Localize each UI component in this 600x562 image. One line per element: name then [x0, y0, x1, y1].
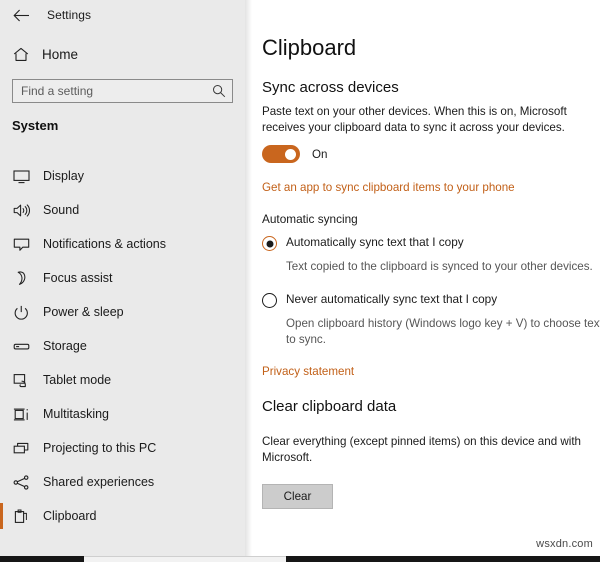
- clear-section-heading: Clear clipboard data: [262, 398, 397, 415]
- sidebar-item-sound[interactable]: Sound: [0, 193, 245, 227]
- radio-option-label: Never automatically sync text that I cop…: [286, 292, 498, 306]
- radio-option-label: Automatically sync text that I copy: [286, 235, 464, 249]
- selection-indicator: [0, 265, 3, 291]
- bottom-bar-left: [0, 556, 84, 562]
- selection-indicator: [0, 333, 3, 359]
- sidebar-item-shared-experiences[interactable]: Shared experiences: [0, 465, 245, 499]
- radio-option-auto-sync[interactable]: Automatically sync text that I copy: [262, 235, 464, 251]
- sidebar-item-label: Notifications & actions: [43, 237, 166, 251]
- search-box[interactable]: [12, 79, 233, 103]
- sidebar-item-label: Power & sleep: [43, 305, 124, 319]
- sidebar-nav-list: Display Sound Notifications & actions Fo…: [0, 159, 245, 533]
- toggle-knob: [285, 148, 296, 160]
- sidebar-item-notifications[interactable]: Notifications & actions: [0, 227, 245, 261]
- selection-indicator: [0, 299, 3, 325]
- sidebar-item-label: Tablet mode: [43, 373, 112, 387]
- sidebar-item-label: Sound: [43, 203, 80, 217]
- sidebar-item-label: Multitasking: [43, 407, 109, 421]
- sync-toggle[interactable]: [262, 145, 300, 163]
- sync-section-description: Paste text on your other devices. When t…: [262, 105, 567, 135]
- radio-button[interactable]: [262, 293, 277, 308]
- back-button[interactable]: [2, 1, 40, 29]
- selection-indicator: [0, 435, 3, 461]
- speaker-icon: [4, 203, 38, 218]
- radio-option-never-sync[interactable]: Never automatically sync text that I cop…: [262, 292, 497, 308]
- privacy-statement-link[interactable]: Privacy statement: [262, 365, 354, 378]
- search-icon[interactable]: [206, 84, 232, 98]
- home-label: Home: [42, 46, 79, 62]
- moon-icon: [4, 270, 38, 286]
- radio-button[interactable]: [262, 236, 277, 251]
- selection-indicator: [0, 197, 3, 223]
- selection-indicator: [0, 469, 3, 495]
- automatic-syncing-label: Automatic syncing: [262, 212, 358, 226]
- sidebar-item-focus-assist[interactable]: Focus assist: [0, 261, 245, 295]
- search-input[interactable]: [13, 80, 206, 102]
- selection-indicator: [0, 367, 3, 393]
- sidebar: Settings Home System: [0, 0, 245, 556]
- sync-toggle-state-label: On: [312, 147, 328, 161]
- sidebar-item-power-sleep[interactable]: Power & sleep: [0, 295, 245, 329]
- notification-icon: [4, 237, 38, 252]
- sidebar-item-label: Projecting to this PC: [43, 441, 157, 455]
- monitor-icon: [4, 169, 38, 184]
- selection-indicator: [0, 163, 3, 189]
- sidebar-item-projecting[interactable]: Projecting to this PC: [0, 431, 245, 465]
- sidebar-item-multitasking[interactable]: Multitasking: [0, 397, 245, 431]
- sidebar-item-tablet-mode[interactable]: Tablet mode: [0, 363, 245, 397]
- projecting-icon: [4, 441, 38, 456]
- sidebar-item-label: Focus assist: [43, 271, 113, 285]
- watermark: wsxdn.com: [536, 538, 593, 550]
- main-content: Clipboard Sync across devices Paste text…: [252, 0, 600, 556]
- sidebar-edge-shadow: [245, 0, 252, 556]
- clear-section-description: Clear everything (except pinned items) o…: [262, 435, 581, 465]
- sync-toggle-row[interactable]: On: [262, 145, 327, 163]
- selection-indicator: [0, 401, 3, 427]
- radio-option-auto-sync-description: Text copied to the clipboard is synced t…: [286, 260, 593, 273]
- sidebar-item-home[interactable]: Home: [0, 41, 245, 67]
- title-bar: Settings: [0, 0, 245, 30]
- clipboard-icon: [4, 509, 38, 524]
- selection-indicator: [0, 231, 3, 257]
- settings-window: Settings Home System: [0, 0, 600, 562]
- sidebar-item-label: Shared experiences: [43, 475, 155, 489]
- bottom-bar-middle: [84, 556, 286, 562]
- tablet-icon: [4, 373, 38, 388]
- selection-indicator: [0, 503, 3, 529]
- sidebar-item-display[interactable]: Display: [0, 159, 245, 193]
- get-app-link[interactable]: Get an app to sync clipboard items to yo…: [262, 181, 515, 194]
- power-icon: [4, 305, 38, 320]
- clear-button[interactable]: Clear: [262, 484, 333, 509]
- sidebar-item-storage[interactable]: Storage: [0, 329, 245, 363]
- storage-icon: [4, 339, 38, 354]
- sidebar-item-clipboard[interactable]: Clipboard: [0, 499, 245, 533]
- app-title: Settings: [47, 8, 92, 22]
- bottom-bar-right: [286, 556, 600, 562]
- page-title: Clipboard: [262, 35, 357, 60]
- share-icon: [4, 474, 38, 490]
- sidebar-section-title: System: [12, 118, 59, 133]
- radio-option-never-sync-description: Open clipboard history (Windows logo key…: [286, 317, 600, 347]
- multitasking-icon: [4, 407, 38, 422]
- sidebar-item-label: Clipboard: [43, 509, 97, 523]
- home-icon: [4, 47, 38, 62]
- sidebar-item-label: Display: [43, 169, 84, 183]
- sync-section-heading: Sync across devices: [262, 79, 399, 96]
- sidebar-item-label: Storage: [43, 339, 87, 353]
